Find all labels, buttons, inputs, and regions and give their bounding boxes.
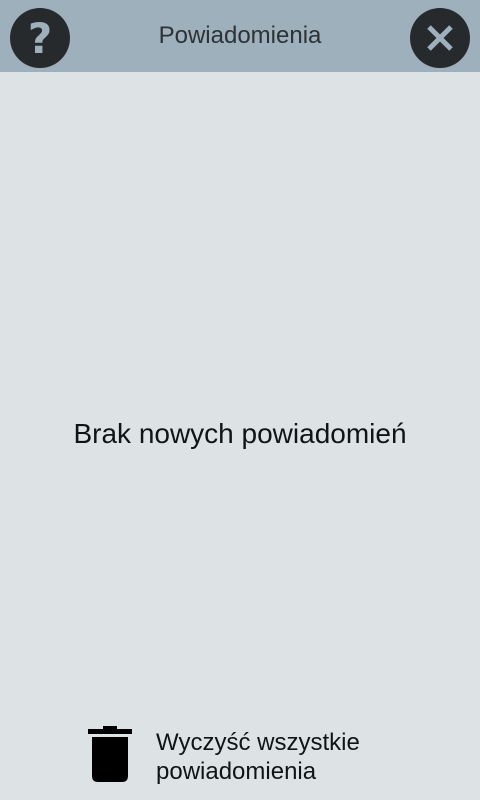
trash-icon bbox=[88, 726, 132, 782]
close-button[interactable] bbox=[410, 8, 470, 68]
page-title: Powiadomienia bbox=[158, 22, 322, 49]
close-icon bbox=[427, 25, 453, 51]
header-bar: ? Powiadomienia bbox=[0, 0, 480, 72]
clear-all-label-line2: powiadomienia bbox=[156, 758, 317, 785]
clear-all-notifications-button[interactable]: Wyczyść wszystkie powiadomienia bbox=[84, 722, 404, 790]
help-icon: ? bbox=[27, 14, 53, 63]
empty-state-message: Brak nowych powiadomień bbox=[73, 418, 407, 449]
clear-all-label-line1: Wyczyść wszystkie bbox=[156, 729, 360, 756]
help-button[interactable]: ? bbox=[10, 8, 70, 68]
clear-all-label: Wyczyść wszystkie powiadomienia bbox=[156, 728, 360, 786]
